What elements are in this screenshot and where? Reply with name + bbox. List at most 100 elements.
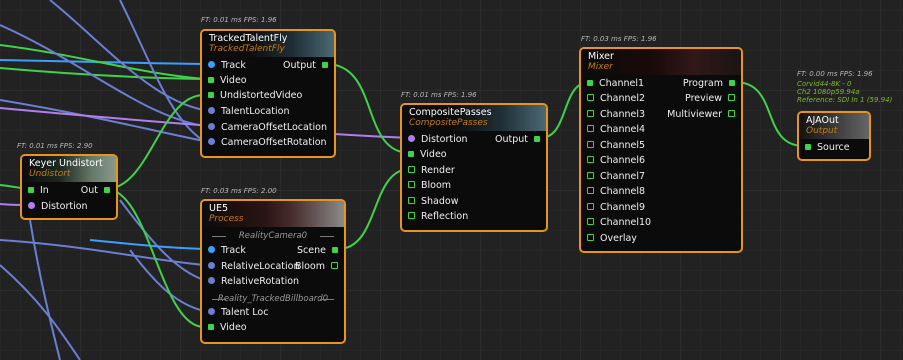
pin-square-outline-icon (587, 110, 594, 117)
node-keyer-undistort[interactable]: Keyer Undistort Undistort In Out Distort… (20, 154, 118, 220)
node-mixer[interactable]: Mixer Mixer Channel1 Channel2 Channel3 C… (579, 47, 743, 253)
pin-render-input[interactable]: Render (408, 164, 455, 178)
pin-distortion-input[interactable]: Distortion (408, 133, 468, 147)
node-ue5[interactable]: UE5 Process RealityCamera0 Track Scene R… (200, 199, 346, 344)
pin-channel8-input[interactable]: Channel8 (587, 185, 645, 199)
pin-label: Channel4 (600, 124, 646, 135)
pin-dot-icon (28, 202, 35, 209)
pin-out-output[interactable]: Out (81, 184, 110, 198)
pin-channel9-input[interactable]: Channel9 (587, 201, 645, 215)
pin-square-outline-icon (728, 110, 735, 117)
node-subtitle: Process (209, 214, 244, 224)
pin-square-icon (729, 79, 735, 86)
pin-track-input[interactable]: Track (208, 59, 246, 73)
pin-multiviewer-output[interactable]: Multiviewer (667, 108, 735, 122)
pin-camera-offset-location-input[interactable]: CameraOffsetLocation (208, 121, 327, 135)
node-composite-passes[interactable]: CompositePasses CompositePasses Distorti… (400, 103, 548, 232)
pin-square-outline-icon (408, 197, 415, 204)
aja-ft-label: FT: 0.00 ms FPS: 1.96 (797, 70, 873, 78)
pin-relative-rotation-input[interactable]: RelativeRotation (208, 275, 299, 289)
pin-label: Distortion (41, 201, 88, 212)
pin-label: Channel2 (600, 93, 646, 104)
pin-undistorted-video-input[interactable]: UndistortedVideo (208, 89, 302, 103)
pin-label: RelativeLocation (221, 261, 300, 272)
pin-label: Overlay (600, 233, 637, 244)
node-header[interactable]: UE5 Process (202, 201, 344, 227)
pin-square-outline-icon (587, 125, 594, 132)
pin-video-input[interactable]: Video (408, 148, 447, 162)
pin-label: Render (421, 165, 455, 176)
pin-camera-offset-rotation-input[interactable]: CameraOffsetRotation (208, 136, 327, 150)
pin-square-outline-icon (587, 234, 594, 241)
pin-relative-location-input[interactable]: RelativeLocation (208, 260, 300, 274)
pin-label: RelativeRotation (221, 276, 300, 287)
node-title: AJAOut (806, 115, 839, 126)
pin-channel10-input[interactable]: Channel10 (587, 216, 651, 230)
pin-label: Channel9 (600, 202, 646, 213)
pin-talent-loc-input[interactable]: Talent Loc (208, 306, 268, 320)
pin-square-outline-icon (728, 94, 735, 101)
pin-dot-icon (208, 123, 215, 130)
pin-square-outline-icon (408, 181, 415, 188)
pin-square-icon (322, 61, 328, 68)
pin-dot-icon (208, 246, 215, 253)
pin-label: Source (817, 142, 850, 153)
aja-device-info: Corvid44-8K - 0 Ch2 1080p59.94a Referenc… (797, 80, 892, 104)
pin-talent-location-input[interactable]: TalentLocation (208, 105, 289, 119)
pin-preview-output[interactable]: Preview (685, 92, 735, 106)
node-tracked-talent-fly[interactable]: TrackedTalentFly TrackedTalentFly Track … (200, 29, 336, 158)
node-subtitle: Mixer (588, 62, 613, 72)
keyer-ft-label: FT: 0.01 ms FPS: 2.90 (17, 142, 93, 150)
pin-distortion-input[interactable]: Distortion (28, 200, 88, 214)
pin-label: UndistortedVideo (220, 90, 303, 101)
composite-ft-label: FT: 0.01 ms FPS: 1.96 (401, 91, 477, 99)
aja-format-line: Ch2 1080p59.94a (797, 88, 860, 96)
pin-channel2-input[interactable]: Channel2 (587, 92, 645, 106)
node-subtitle: Output (806, 126, 838, 136)
aja-device-line: Corvid44-8K - 0 (797, 80, 852, 88)
wire-offscreen-bottom-2 (0, 264, 81, 360)
pin-reflection-input[interactable]: Reflection (408, 210, 468, 224)
pin-in-input[interactable]: In (28, 184, 49, 198)
node-header[interactable]: Mixer Mixer (581, 49, 741, 75)
pin-output[interactable]: Output (495, 133, 540, 147)
wire-offscreen-green-2 (0, 67, 205, 80)
pin-track-input[interactable]: Track (208, 244, 246, 258)
node-subtitle: TrackedTalentFly (209, 44, 285, 54)
pin-shadow-input[interactable]: Shadow (408, 195, 459, 209)
pin-label: Video (220, 322, 247, 333)
wire-mixer-program-to-aja (734, 81, 805, 147)
pin-bloom-input[interactable]: Bloom (408, 179, 451, 193)
pin-source-input[interactable]: Source (805, 141, 850, 155)
pin-label: Preview (685, 93, 722, 104)
section-separator: RealityCamera0 (208, 230, 338, 242)
pin-program-output[interactable]: Program (683, 77, 735, 91)
node-aja-out[interactable]: AJAOut Output Source (797, 111, 871, 161)
pin-channel5-input[interactable]: Channel5 (587, 139, 645, 153)
node-header[interactable]: CompositePasses CompositePasses (402, 105, 546, 131)
pin-channel1-input[interactable]: Channel1 (587, 77, 644, 91)
node-header[interactable]: AJAOut Output (799, 113, 869, 139)
pin-label: Channel7 (600, 171, 646, 182)
pin-video-input[interactable]: Video (208, 74, 247, 88)
wire-offscreen-bottom-3 (29, 219, 61, 360)
pin-bloom-output[interactable]: Bloom (295, 260, 338, 274)
pin-channel3-input[interactable]: Channel3 (587, 108, 645, 122)
pin-label: Bloom (294, 261, 325, 272)
pin-label: Shadow (421, 196, 459, 207)
wire-offscreen-green-1 (0, 44, 205, 80)
node-header[interactable]: TrackedTalentFly TrackedTalentFly (202, 31, 334, 57)
pin-square-outline-icon (587, 172, 594, 179)
pin-label: Track (221, 60, 246, 71)
pin-channel6-input[interactable]: Channel6 (587, 154, 645, 168)
node-header[interactable]: Keyer Undistort Undistort (22, 156, 116, 182)
pin-scene-output[interactable]: Scene (297, 244, 338, 258)
pin-channel7-input[interactable]: Channel7 (587, 170, 645, 184)
pin-label: CameraOffsetLocation (221, 122, 328, 133)
pin-output[interactable]: Output (283, 59, 328, 73)
pin-overlay-input[interactable]: Overlay (587, 232, 637, 246)
pin-channel4-input[interactable]: Channel4 (587, 123, 645, 137)
wire-offscreen-bottom-5 (89, 239, 205, 250)
wire-offscreen-bottom-4 (119, 199, 205, 281)
pin-video-input[interactable]: Video (208, 321, 247, 335)
